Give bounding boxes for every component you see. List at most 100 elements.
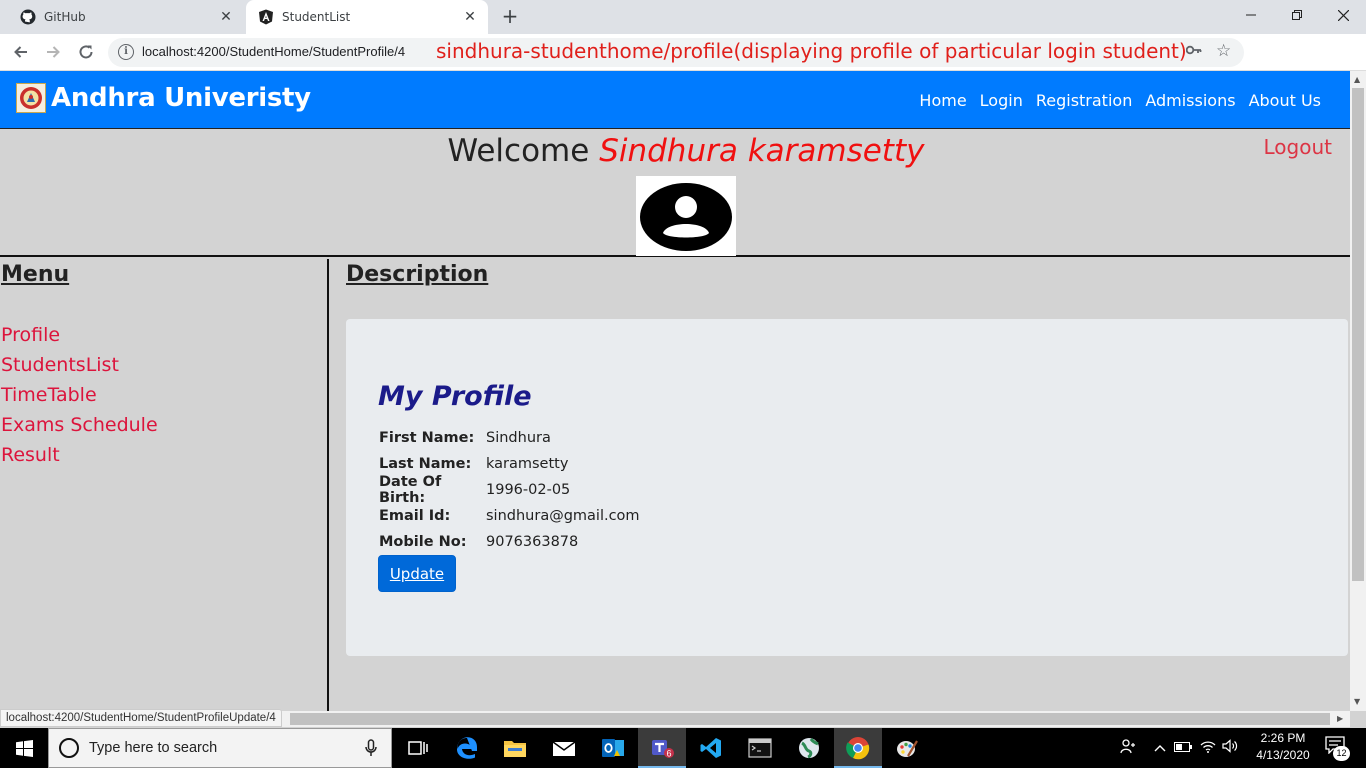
search-icon [59,738,79,758]
tab-close-icon[interactable]: ✕ [218,9,234,25]
sidebar-item-result[interactable]: Result [1,443,158,473]
sidebar-item-timetable[interactable]: TimeTable [1,383,158,413]
tab-title: StudentList [282,10,351,24]
network-globe-icon[interactable] [785,728,833,768]
scroll-down-icon[interactable]: ▼ [1354,697,1360,706]
battery-icon[interactable] [1174,741,1192,756]
search-placeholder: Type here to search [89,740,218,756]
tab-close-icon[interactable]: ✕ [462,9,478,25]
tab-github[interactable]: GitHub ✕ [8,0,244,34]
nav-link-about-us[interactable]: About Us [1249,91,1321,110]
field-value: sindhura@gmail.com [486,508,640,524]
welcome-prefix: Welcome [447,133,590,169]
mail-icon[interactable] [540,728,588,768]
profile-title: My Profile [378,381,532,412]
sidebar-item-profile[interactable]: Profile [1,323,158,353]
brand[interactable]: Andhra Univeristy [16,83,311,113]
welcome-student-name: Sindhura karamsetty [599,133,925,169]
sidebar-menu: Menu Profile StudentsList TimeTable Exam… [0,259,329,711]
people-icon[interactable] [1120,738,1136,758]
chevron-up-icon[interactable] [1154,741,1166,756]
link-status-bubble: localhost:4200/StudentHome/StudentProfil… [0,709,282,727]
browser-tab-strip: GitHub ✕ StudentList ✕ + [0,0,1366,34]
description-heading: Description [346,262,489,287]
nav-link-registration[interactable]: Registration [1036,91,1132,110]
brand-name: Andhra Univeristy [51,83,311,113]
scrollbar-thumb[interactable] [290,713,1330,725]
field-label: Mobile No: [379,534,467,550]
vscode-icon[interactable] [687,728,735,768]
forward-arrow-icon[interactable] [41,40,65,64]
url-text: localhost:4200/StudentHome/StudentProfil… [142,44,406,59]
browser-toolbar: i localhost:4200/StudentHome/StudentProf… [0,34,1366,96]
notification-center-icon[interactable]: 12 [1325,736,1351,761]
nav-link-login[interactable]: Login [980,91,1023,110]
menu-heading: Menu [1,262,70,287]
profile-card: My Profile First Name: Sindhura Last Nam… [346,319,1348,656]
page-annotation-text: sindhura-studenthome/profile(displaying … [436,39,1187,63]
key-icon[interactable] [1185,44,1202,59]
page-viewport: Andhra Univeristy Home Login Registratio… [0,71,1350,711]
field-value: karamsetty [486,456,569,472]
file-explorer-icon[interactable] [491,728,539,768]
profile-details: First Name: Sindhura Last Name: karamset… [379,425,640,555]
taskbar-search-box[interactable]: Type here to search [48,728,392,768]
taskbar-clock[interactable]: 2:26 PM 4/13/2020 [1248,730,1318,764]
field-label: Last Name: [379,456,472,472]
paint-icon[interactable] [883,728,931,768]
github-icon [20,9,36,25]
field-value: 1996-02-05 [486,482,571,498]
user-avatar-icon [636,176,736,256]
vertical-scrollbar[interactable]: ▲ ▼ [1350,71,1366,711]
microphone-icon[interactable] [365,739,377,761]
chrome-icon[interactable] [834,728,882,768]
scrollbar-thumb[interactable] [1352,88,1364,581]
teams-icon[interactable]: 6 [638,728,686,768]
new-tab-button[interactable]: + [500,6,520,27]
university-logo-icon [16,83,46,113]
edge-icon[interactable] [443,728,491,768]
welcome-header: Welcome Sindhura karamsetty Logout [0,129,1350,257]
bookmark-star-icon[interactable]: ☆ [1216,41,1231,61]
profile-row-date-of-birth: Date Of Birth: 1996-02-05 [379,474,640,506]
clock-date: 4/13/2020 [1256,748,1310,762]
field-label: First Name: [379,430,475,446]
logout-link[interactable]: Logout [1264,135,1332,159]
nav-link-admissions[interactable]: Admissions [1145,91,1235,110]
volume-icon[interactable] [1222,739,1238,757]
profile-row-mobile: Mobile No: 9076363878 [379,529,640,555]
reload-icon[interactable] [74,40,98,64]
outlook-icon[interactable] [589,728,637,768]
menu-list: Profile StudentsList TimeTable Exams Sch… [1,323,158,473]
system-tray [1120,728,1238,768]
windows-taskbar: Type here to search 6 2:26 PM 4/13/2020 … [0,728,1366,768]
window-close-button[interactable] [1320,0,1366,30]
window-restore-button[interactable] [1274,0,1320,30]
back-arrow-icon[interactable] [9,40,33,64]
tab-title: GitHub [44,10,86,24]
nav-links: Home Login Registration Admissions About… [919,71,1350,129]
update-button[interactable]: Update [378,555,456,592]
address-bar[interactable]: i localhost:4200/StudentHome/StudentProf… [108,38,1244,67]
window-minimize-button[interactable] [1228,0,1274,30]
site-info-icon[interactable]: i [118,44,134,60]
svg-text:6: 6 [666,749,671,759]
profile-row-first-name: First Name: Sindhura [379,425,640,451]
sidebar-item-exams-schedule[interactable]: Exams Schedule [1,413,158,443]
wifi-icon[interactable] [1200,739,1216,757]
field-label: Date Of Birth: [379,474,442,506]
scroll-up-icon[interactable]: ▲ [1354,75,1360,84]
task-view-icon[interactable] [394,728,442,768]
tab-studentlist[interactable]: StudentList ✕ [246,0,488,34]
angular-icon [258,9,274,25]
sidebar-item-studentslist[interactable]: StudentsList [1,353,158,383]
welcome-message: Welcome Sindhura karamsetty [0,133,1350,169]
windows-start-icon[interactable] [0,728,48,768]
scroll-right-icon[interactable]: ▶ [1337,714,1343,723]
field-value: 9076363878 [486,534,579,550]
notification-count-badge: 12 [1333,746,1350,761]
field-label: Email Id: [379,508,451,524]
nav-link-home[interactable]: Home [919,91,966,110]
terminal-icon[interactable] [736,728,784,768]
profile-row-email: Email Id: sindhura@gmail.com [379,503,640,529]
